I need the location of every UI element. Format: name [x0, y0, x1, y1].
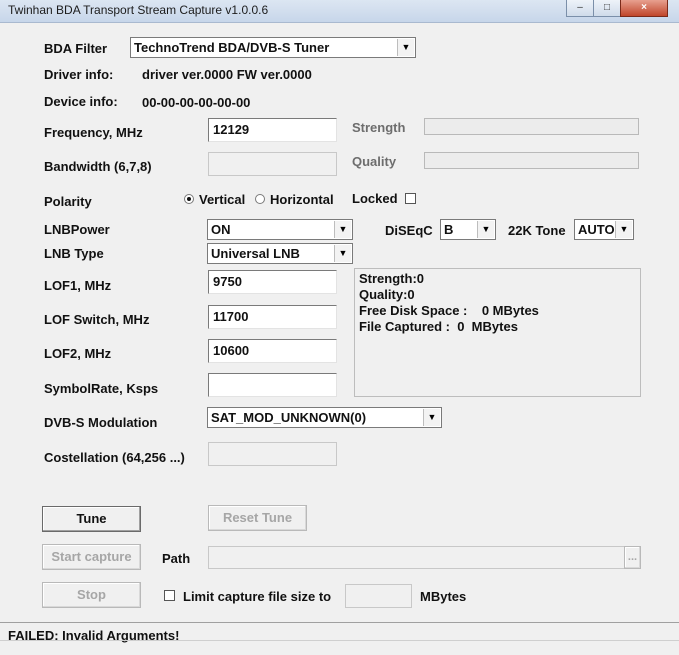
- symbol-rate-input[interactable]: [208, 373, 337, 397]
- capture-window: Twinhan BDA Transport Stream Capture v1.…: [0, 0, 679, 655]
- lnb-type-value: Universal LNB: [211, 246, 300, 261]
- modulation-label: DVB-S Modulation: [44, 415, 158, 430]
- title-bar: Twinhan BDA Transport Stream Capture v1.…: [0, 0, 679, 23]
- locked-label: Locked: [352, 191, 398, 206]
- limit-unit-label: MBytes: [420, 589, 467, 604]
- path-label: Path: [162, 551, 191, 566]
- lnb-type-label: LNB Type: [44, 246, 104, 261]
- modulation-select[interactable]: SAT_MOD_UNKNOWN(0) ▼: [207, 407, 442, 428]
- info-free-disk: Free Disk Space : 0 MBytes: [359, 303, 539, 318]
- maximize-button[interactable]: □: [593, 0, 621, 17]
- close-button[interactable]: ×: [620, 0, 668, 17]
- minimize-button[interactable]: ‒: [566, 0, 594, 17]
- quality-bar: [424, 152, 639, 169]
- lof2-label: LOF2, MHz: [44, 346, 112, 361]
- start-capture-button[interactable]: Start capture: [42, 544, 141, 570]
- tone22k-label: 22K Tone: [508, 223, 566, 238]
- polarity-horizontal-radio[interactable]: [255, 194, 265, 204]
- reset-tune-button[interactable]: Reset Tune: [208, 505, 307, 531]
- strength-label: Strength: [352, 120, 406, 135]
- polarity-vertical-radio[interactable]: [184, 194, 194, 204]
- constellation-label: Costellation (64,256 ...): [44, 450, 185, 465]
- path-input[interactable]: [208, 546, 625, 569]
- device-info-label: Device info:: [44, 94, 118, 109]
- diseqc-label: DiSEqC: [385, 223, 433, 238]
- driver-info-label: Driver info:: [44, 67, 114, 82]
- diseqc-select[interactable]: B ▼: [440, 219, 496, 240]
- bandwidth-label: Bandwidth (6,7,8): [44, 159, 152, 174]
- lnb-power-label: LNBPower: [44, 222, 110, 237]
- limit-capture-checkbox[interactable]: [164, 590, 175, 601]
- frequency-input[interactable]: 12129: [208, 118, 337, 142]
- window-title: Twinhan BDA Transport Stream Capture v1.…: [8, 3, 269, 17]
- frequency-label: Frequency, MHz: [44, 125, 143, 140]
- info-quality: Quality:0: [359, 287, 415, 302]
- polarity-vertical-label: Vertical: [199, 192, 246, 207]
- polarity-horizontal-label: Horizontal: [270, 192, 334, 207]
- locked-checkbox: [405, 193, 416, 204]
- info-strength: Strength:0: [359, 271, 424, 286]
- info-file-captured: File Captured : 0 MBytes: [359, 319, 518, 334]
- browse-button[interactable]: ...: [624, 546, 641, 569]
- modulation-value: SAT_MOD_UNKNOWN(0): [211, 410, 367, 425]
- driver-info-value: driver ver.0000 FW ver.0000: [142, 67, 312, 82]
- quality-label: Quality: [352, 154, 397, 169]
- polarity-label: Polarity: [44, 194, 92, 209]
- chevron-down-icon: ▼: [423, 409, 440, 426]
- lof-switch-label: LOF Switch, MHz: [44, 312, 150, 327]
- lnb-power-select[interactable]: ON ▼: [207, 219, 353, 240]
- chevron-down-icon: ▼: [615, 221, 632, 238]
- tune-button[interactable]: Tune: [42, 506, 141, 532]
- lof1-input[interactable]: 9750: [208, 270, 337, 294]
- lnb-power-value: ON: [211, 222, 231, 237]
- lnb-type-select[interactable]: Universal LNB ▼: [207, 243, 353, 264]
- diseqc-value: B: [444, 222, 454, 237]
- chevron-down-icon: ▼: [334, 221, 351, 238]
- bda-filter-value: TechnoTrend BDA/DVB-S Tuner: [134, 40, 330, 55]
- status-divider: [0, 640, 679, 641]
- limit-size-input[interactable]: [345, 584, 412, 608]
- tone22k-value: AUTO: [578, 222, 615, 237]
- chevron-down-icon: ▼: [334, 245, 351, 262]
- status-bar: FAILED: Invalid Arguments!: [0, 622, 679, 655]
- lof2-input[interactable]: 10600: [208, 339, 337, 363]
- symbol-rate-label: SymbolRate, Ksps: [44, 381, 159, 396]
- bda-filter-select[interactable]: TechnoTrend BDA/DVB-S Tuner ▼: [130, 37, 416, 58]
- stop-button[interactable]: Stop: [42, 582, 141, 608]
- signal-info-panel: Strength:0 Quality:0 Free Disk Space : 0…: [354, 268, 641, 397]
- limit-capture-label: Limit capture file size to: [183, 589, 332, 604]
- strength-bar: [424, 118, 639, 135]
- chevron-down-icon: ▼: [397, 39, 414, 56]
- bandwidth-input[interactable]: [208, 152, 337, 176]
- chevron-down-icon: ▼: [477, 221, 494, 238]
- device-info-value: 00-00-00-00-00-00: [142, 95, 251, 110]
- lof1-label: LOF1, MHz: [44, 278, 112, 293]
- bda-filter-label: BDA Filter: [44, 41, 108, 56]
- tone22k-select[interactable]: AUTO ▼: [574, 219, 634, 240]
- constellation-input[interactable]: [208, 442, 337, 466]
- lof-switch-input[interactable]: 11700: [208, 305, 337, 329]
